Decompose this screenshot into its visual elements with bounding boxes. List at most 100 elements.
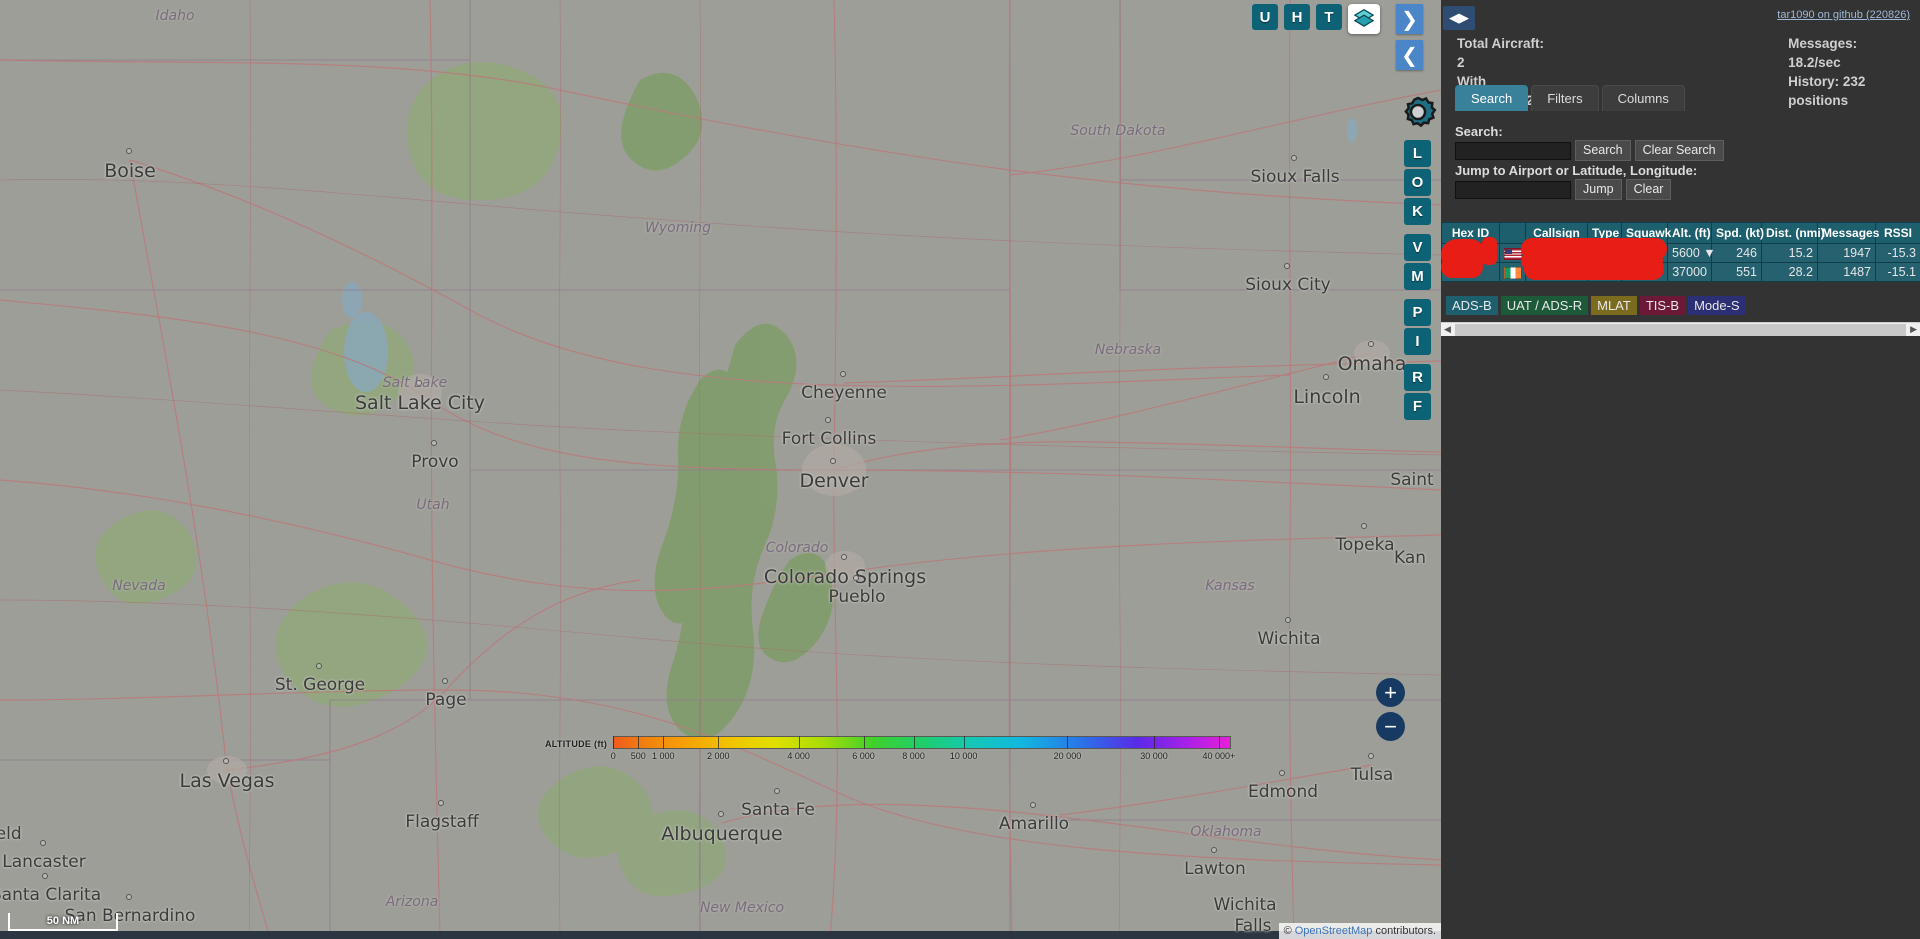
map-button-h[interactable]: H [1284, 4, 1310, 30]
table-horizontal-scrollbar[interactable]: ◀ ▶ [1441, 322, 1920, 336]
map-button-u[interactable]: U [1252, 4, 1278, 30]
copyright-symbol: © [1283, 925, 1292, 937]
altitude-tick-label: 30 000 [1140, 751, 1168, 761]
map-tiles [0, 0, 1441, 939]
cell-messages[interactable]: 1947 [1817, 243, 1876, 263]
map-button-i[interactable]: I [1404, 328, 1431, 355]
table-row[interactable]: 37000 551 28.2 1487 -15.1 [1441, 262, 1920, 282]
column-header-flag[interactable] [1499, 222, 1526, 244]
column-header-dist-nmi[interactable]: Dist. (nmi) [1761, 222, 1825, 244]
map-attribution: © OpenStreetMap contributors. [1278, 923, 1441, 939]
map-top-button-group[interactable]: U H T [1252, 4, 1380, 34]
tab-columns[interactable]: Columns [1601, 85, 1685, 111]
city-marker [1285, 617, 1291, 623]
aircraft-table[interactable]: Hex ID Callsign Type Squawk Alt. (ft) Spd. (k… [1441, 222, 1920, 282]
map-zoom-controls[interactable]: + − [1376, 678, 1405, 741]
city-marker [223, 758, 229, 764]
map-button-p[interactable]: P [1404, 299, 1431, 326]
altitude-legend: ALTITUDE (ft) 0 500 1 000 2 000 4 000 6 000 8 … [545, 736, 1235, 761]
cell-messages[interactable]: 1487 [1817, 262, 1876, 282]
cell-spd[interactable]: 246 [1711, 243, 1762, 263]
chevron-right-icon[interactable]: ❯ [1396, 4, 1423, 34]
map-button-r[interactable]: R [1404, 364, 1431, 391]
map-button-l[interactable]: L [1404, 140, 1431, 167]
cell-dist[interactable]: 28.2 [1761, 262, 1818, 282]
gear-icon[interactable] [1396, 90, 1440, 134]
scroll-right-arrow[interactable]: ▶ [1907, 324, 1920, 335]
jump-input[interactable] [1455, 180, 1571, 199]
city-marker [42, 873, 48, 879]
map-button-v[interactable]: V [1404, 234, 1431, 261]
search-label: Search: [1455, 124, 1503, 139]
aircraft-table-header-row[interactable]: Hex ID Callsign Type Squawk Alt. (ft) Spd. (k… [1441, 222, 1920, 244]
search-button[interactable]: Search [1575, 140, 1631, 161]
map-scale-bar: 50 NM [8, 913, 118, 931]
city-marker [841, 554, 847, 560]
city-marker [1211, 847, 1217, 853]
city-marker [1291, 155, 1297, 161]
openstreetmap-link[interactable]: OpenStreetMap [1295, 925, 1373, 937]
altitude-tick-line [863, 736, 865, 749]
zoom-out-button[interactable]: − [1376, 712, 1405, 741]
panel-toggle-button[interactable]: ◀▶ [1443, 6, 1475, 30]
map-button-k[interactable]: K [1404, 198, 1431, 225]
tar1090-app: Boise Sioux Falls Sioux City Omaha Lincoln Sa… [0, 0, 1920, 939]
chevron-left-icon[interactable]: ❮ [1396, 40, 1423, 70]
city-marker [825, 417, 831, 423]
tab-filters[interactable]: Filters [1531, 85, 1599, 111]
legend-chip-ads-b[interactable]: ADS-B [1446, 296, 1498, 315]
cell-alt[interactable]: 5600 ▼ [1667, 243, 1716, 263]
cell-alt[interactable]: 37000 [1667, 262, 1712, 282]
scroll-left-arrow[interactable]: ◀ [1441, 324, 1454, 335]
city-marker [1368, 341, 1374, 347]
altitude-tick-line [798, 736, 800, 749]
map-button-o[interactable]: O [1404, 169, 1431, 196]
layers-button[interactable] [1348, 4, 1380, 34]
legend-chip-mlat[interactable]: MLAT [1591, 296, 1637, 315]
city-marker [438, 800, 444, 806]
map-button-t[interactable]: T [1316, 4, 1342, 30]
altitude-tick-label: 2 000 [707, 751, 730, 761]
cell-spd[interactable]: 551 [1711, 262, 1762, 282]
scrollbar-thumb[interactable] [1454, 323, 1907, 336]
table-row[interactable]: 5600 ▼ 246 15.2 1947 -15.3 [1441, 243, 1920, 263]
altitude-tick-line [718, 736, 720, 749]
column-header-alt-ft[interactable]: Alt. (ft) [1667, 222, 1712, 244]
data-source-legend[interactable]: ADS-B UAT / ADS-R MLAT TIS-B Mode-S [1446, 296, 1746, 315]
attribution-suffix: contributors. [1375, 925, 1436, 937]
clear-search-button[interactable]: Clear Search [1634, 140, 1724, 161]
clear-jump-button[interactable]: Clear [1625, 179, 1672, 200]
column-header-rssi[interactable]: RSSI [1875, 222, 1920, 244]
github-link[interactable]: tar1090 on github (220826) [1777, 9, 1910, 21]
map-side-button-group[interactable]: LOKVMPIRF [1404, 140, 1431, 422]
map-panel-arrows[interactable]: ❯ ❮ [1396, 4, 1423, 70]
jump-label: Jump to Airport or Latitude, Longitude: [1455, 163, 1698, 178]
total-aircraft: Total Aircraft: 2 [1457, 36, 1545, 70]
altitude-tick-line [663, 736, 665, 749]
altitude-tick-label: 10 000 [949, 751, 978, 761]
altitude-tick-line [613, 736, 615, 749]
altitude-tick-label: 6 000 [852, 751, 875, 761]
column-header-messages[interactable]: Messages [1817, 222, 1879, 244]
altitude-tick-line [1218, 736, 1220, 749]
legend-chip-uat-ads-r[interactable]: UAT / ADS-R [1500, 296, 1589, 315]
map-button-f[interactable]: F [1404, 393, 1431, 420]
legend-chip-tis-b[interactable]: TIS-B [1639, 296, 1686, 315]
column-header-spd-kt[interactable]: Spd. (kt) [1711, 222, 1764, 244]
city-marker [40, 840, 46, 846]
cell-dist[interactable]: 15.2 [1761, 243, 1818, 263]
panel-tabs[interactable]: Search Filters Columns [1455, 85, 1685, 111]
aircraft-table-body[interactable]: 5600 ▼ 246 15.2 1947 -15.3 37000 551 28.2 1487 -1… [1441, 243, 1920, 282]
cell-rssi[interactable]: -15.3 [1875, 243, 1920, 263]
search-input[interactable] [1455, 141, 1571, 160]
zoom-in-button[interactable]: + [1376, 678, 1405, 707]
legend-chip-mode-s[interactable]: Mode-S [1688, 296, 1746, 315]
tab-search[interactable]: Search [1455, 85, 1529, 111]
altitude-gradient [613, 736, 1232, 749]
map-button-m[interactable]: M [1404, 263, 1431, 290]
cell-rssi[interactable]: -15.1 [1875, 262, 1920, 282]
jump-button[interactable]: Jump [1575, 179, 1622, 200]
stats-col-right: Messages: 18.2/sec History: 232 position… [1788, 34, 1912, 110]
altitude-tick-line [1153, 736, 1155, 749]
map-viewport[interactable]: Boise Sioux Falls Sioux City Omaha Lincoln Sa… [0, 0, 1441, 939]
